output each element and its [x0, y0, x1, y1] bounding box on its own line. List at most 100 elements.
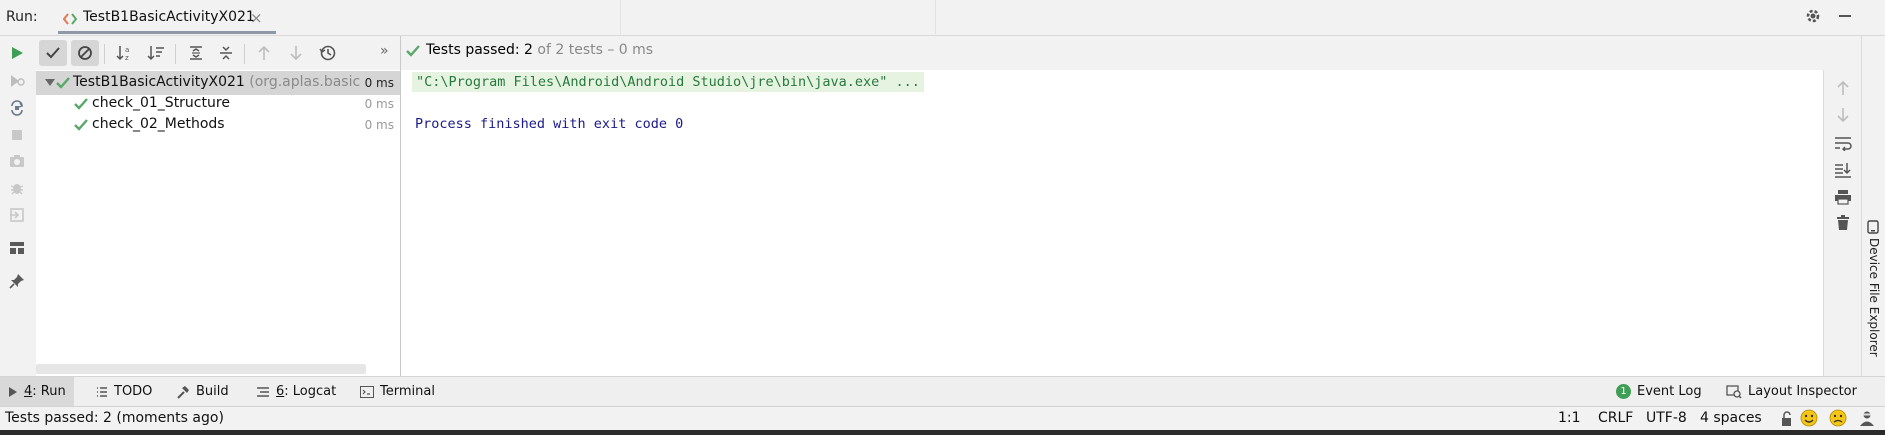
line-separator[interactable]: CRLF: [1598, 410, 1633, 426]
window-bottom-edge: [0, 430, 1885, 435]
rerun-failed-icon: [9, 73, 25, 89]
attach-debugger-button[interactable]: [6, 177, 28, 199]
exit-button[interactable]: [6, 204, 28, 226]
expand-all-icon: [188, 45, 204, 61]
clear-all-button[interactable]: [1833, 213, 1853, 233]
test-tree-item[interactable]: check_02_Methods 0 ms: [36, 113, 400, 137]
toolbar-separator: [104, 44, 105, 64]
expand-arrow-icon[interactable]: [44, 76, 56, 88]
device-file-explorer-tab[interactable]: Device File Explorer: [1862, 220, 1885, 360]
stop-icon: [11, 129, 23, 141]
right-tool-stripe: Device File Explorer: [1861, 36, 1885, 376]
play-icon: [10, 46, 24, 60]
console-toolbar: [1823, 70, 1861, 376]
device-file-explorer-label: Device File Explorer: [1867, 238, 1881, 357]
scroll-up-button[interactable]: [1833, 78, 1853, 98]
test-method-name: check_02_Methods: [92, 116, 225, 132]
console-command-line[interactable]: "C:\Program Files\Android\Android Studio…: [412, 72, 924, 92]
test-passed-icon: [74, 97, 88, 111]
status-bar: Tests passed: 2 (moments ago) 1:1 CRLF U…: [0, 406, 1885, 430]
close-tab-icon[interactable]: ×: [250, 9, 263, 27]
stop-button[interactable]: [6, 124, 28, 146]
test-passed-icon: [56, 76, 70, 90]
test-duration: 0 ms: [360, 76, 394, 90]
tool-window-bar: 4: Run TODO Build 6: Logcat Terminal 1 E…: [0, 376, 1885, 406]
rerun-failed-button[interactable]: [6, 70, 28, 92]
show-ignored-button[interactable]: [71, 40, 99, 66]
event-log-tool-tab[interactable]: 1 Event Log: [1608, 377, 1710, 406]
sad-feedback-icon[interactable]: [1829, 409, 1847, 427]
svg-text:z: z: [125, 54, 129, 61]
tests-passed-icon: [406, 44, 420, 58]
auto-rerun-icon: [9, 100, 25, 116]
toolbar-separator: [244, 44, 245, 64]
run-tool-window-header: Run: TestB1BasicActivityX021 ×: [0, 0, 1885, 36]
test-duration: 0 ms: [364, 118, 394, 132]
run-config-tab[interactable]: TestB1BasicActivityX021 ×: [58, 4, 276, 34]
rerun-button[interactable]: [6, 42, 28, 64]
toggle-auto-test-button[interactable]: [6, 97, 28, 119]
layout-inspector-tool-tab[interactable]: Layout Inspector: [1718, 377, 1865, 406]
layout-icon: [9, 241, 25, 255]
dump-threads-button[interactable]: [6, 150, 28, 172]
scroll-to-end-button[interactable]: [1833, 160, 1853, 180]
run-side-toolbar: [0, 36, 34, 376]
status-message[interactable]: Tests passed: 2 (moments ago): [5, 410, 224, 426]
bug-icon: [9, 180, 25, 196]
expand-all-button[interactable]: [182, 40, 210, 66]
arrow-up-icon: [1836, 80, 1850, 96]
arrow-down-icon: [289, 45, 303, 61]
sort-duration-icon: [147, 45, 165, 61]
arrow-down-icon: [1836, 107, 1850, 123]
sort-by-duration-button[interactable]: [142, 40, 170, 66]
tree-horizontal-scrollbar[interactable]: [36, 364, 366, 374]
file-encoding[interactable]: UTF-8: [1646, 410, 1687, 426]
toolbar-separator: [175, 44, 176, 64]
printer-icon: [1834, 189, 1852, 205]
test-config-icon: [63, 12, 77, 26]
history-icon: [319, 44, 337, 62]
test-class-package: (org.aplas.basica: [244, 74, 369, 90]
next-failed-test-button[interactable]: [282, 40, 310, 66]
layout-inspector-icon: [1726, 384, 1742, 399]
device-icon: [1867, 220, 1879, 234]
list-icon: [96, 386, 108, 398]
inspector-profile-icon[interactable]: [1858, 409, 1876, 427]
collapse-all-icon: [218, 45, 234, 61]
print-button[interactable]: [1833, 187, 1853, 207]
build-tool-tab[interactable]: Build: [168, 377, 237, 406]
run-tool-tab-label: 4: Run: [24, 384, 66, 399]
logcat-tool-tab[interactable]: 6: Logcat: [248, 377, 344, 406]
happy-feedback-icon[interactable]: [1800, 409, 1818, 427]
previous-failed-test-button[interactable]: [250, 40, 278, 66]
sort-alphabetically-button[interactable]: az: [111, 40, 139, 66]
soft-wrap-button[interactable]: [1833, 133, 1853, 153]
hammer-icon: [176, 385, 190, 399]
test-results-toolbar: az: [36, 36, 400, 70]
gear-icon[interactable]: [1804, 7, 1822, 25]
test-method-name: check_01_Structure: [92, 95, 230, 111]
console-output[interactable]: "C:\Program Files\Android\Android Studio…: [401, 70, 1823, 376]
todo-tool-tab[interactable]: TODO: [88, 377, 160, 406]
indent-setting[interactable]: 4 spaces: [1700, 410, 1762, 426]
more-actions-chevron[interactable]: »: [380, 43, 389, 59]
test-class-name: TestB1BasicActivityX021 (org.aplas.basic…: [73, 74, 369, 90]
pin-icon: [9, 273, 25, 289]
collapse-all-button[interactable]: [212, 40, 240, 66]
restore-layout-button[interactable]: [6, 237, 28, 259]
logcat-tool-tab-label: 6: Logcat: [276, 384, 337, 399]
run-config-tab-title: TestB1BasicActivityX021: [83, 9, 255, 25]
show-passed-button[interactable]: [39, 40, 67, 66]
run-tool-tab[interactable]: 4: Run: [0, 377, 74, 406]
minimize-icon[interactable]: [1836, 7, 1854, 25]
pin-tab-button[interactable]: [6, 270, 28, 292]
header-divider: [935, 0, 936, 34]
caret-position[interactable]: 1:1: [1558, 410, 1581, 426]
scroll-to-end-icon: [1834, 162, 1852, 178]
test-history-button[interactable]: [314, 40, 342, 66]
console-exit-message: Process finished with exit code 0: [415, 116, 684, 132]
lock-icon[interactable]: [1781, 411, 1795, 427]
scroll-down-button[interactable]: [1833, 105, 1853, 125]
terminal-tool-tab[interactable]: Terminal: [352, 377, 443, 406]
check-icon: [45, 45, 61, 61]
